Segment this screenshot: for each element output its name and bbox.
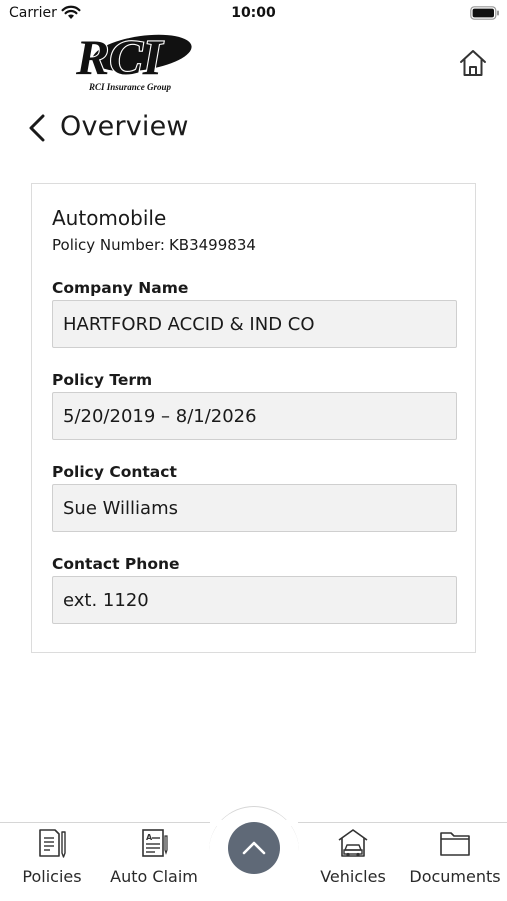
policy-number: Policy Number: KB3499834: [52, 236, 256, 254]
claim-form-icon: A: [142, 829, 168, 857]
tab-documents[interactable]: Documents: [406, 826, 504, 894]
logo-wordmark: RCI: [75, 29, 164, 85]
policy-term-label: Policy Term: [52, 371, 153, 389]
contact-phone-label: Contact Phone: [52, 555, 180, 573]
policy-number-label: Policy Number:: [52, 236, 165, 254]
policy-contact-field: Sue Williams: [52, 484, 457, 532]
tab-policies[interactable]: Policies: [13, 826, 91, 894]
expand-menu-button[interactable]: [228, 822, 280, 874]
tab-auto-claim[interactable]: A Auto Claim: [104, 826, 204, 894]
policy-document-icon: [39, 829, 66, 858]
tab-vehicles[interactable]: Vehicles: [314, 826, 392, 894]
policy-number-value: KB3499834: [168, 236, 256, 254]
tab-documents-label: Documents: [409, 867, 501, 886]
policy-card: Automobile Policy Number: KB3499834 Compa…: [31, 183, 476, 653]
folder-icon: [440, 832, 470, 856]
logo-tagline: RCI Insurance Group: [88, 82, 172, 92]
home-button[interactable]: [454, 44, 492, 82]
company-name-label: Company Name: [52, 279, 189, 297]
policy-contact-label: Policy Contact: [52, 463, 177, 481]
chevron-up-icon: [242, 841, 266, 855]
contact-phone-field[interactable]: ext. 1120: [52, 576, 457, 624]
back-button[interactable]: [20, 108, 54, 148]
battery-icon: [470, 6, 499, 20]
chevron-left-icon: [29, 114, 45, 142]
policy-term-field: 5/20/2019 – 8/1/2026: [52, 392, 457, 440]
svg-text:A: A: [146, 833, 153, 842]
garage-car-icon: [338, 829, 368, 857]
tab-policies-label: Policies: [22, 867, 82, 886]
tab-auto-claim-label: Auto Claim: [110, 867, 198, 886]
tab-vehicles-label: Vehicles: [320, 867, 386, 886]
company-name-field: HARTFORD ACCID & IND CO: [52, 300, 457, 348]
page-title: Overview: [60, 111, 189, 142]
status-time: 10:00: [231, 5, 276, 21]
policy-type: Automobile: [52, 206, 167, 230]
home-icon: [460, 50, 486, 76]
status-bar: Carrier 10:00: [0, 0, 507, 28]
